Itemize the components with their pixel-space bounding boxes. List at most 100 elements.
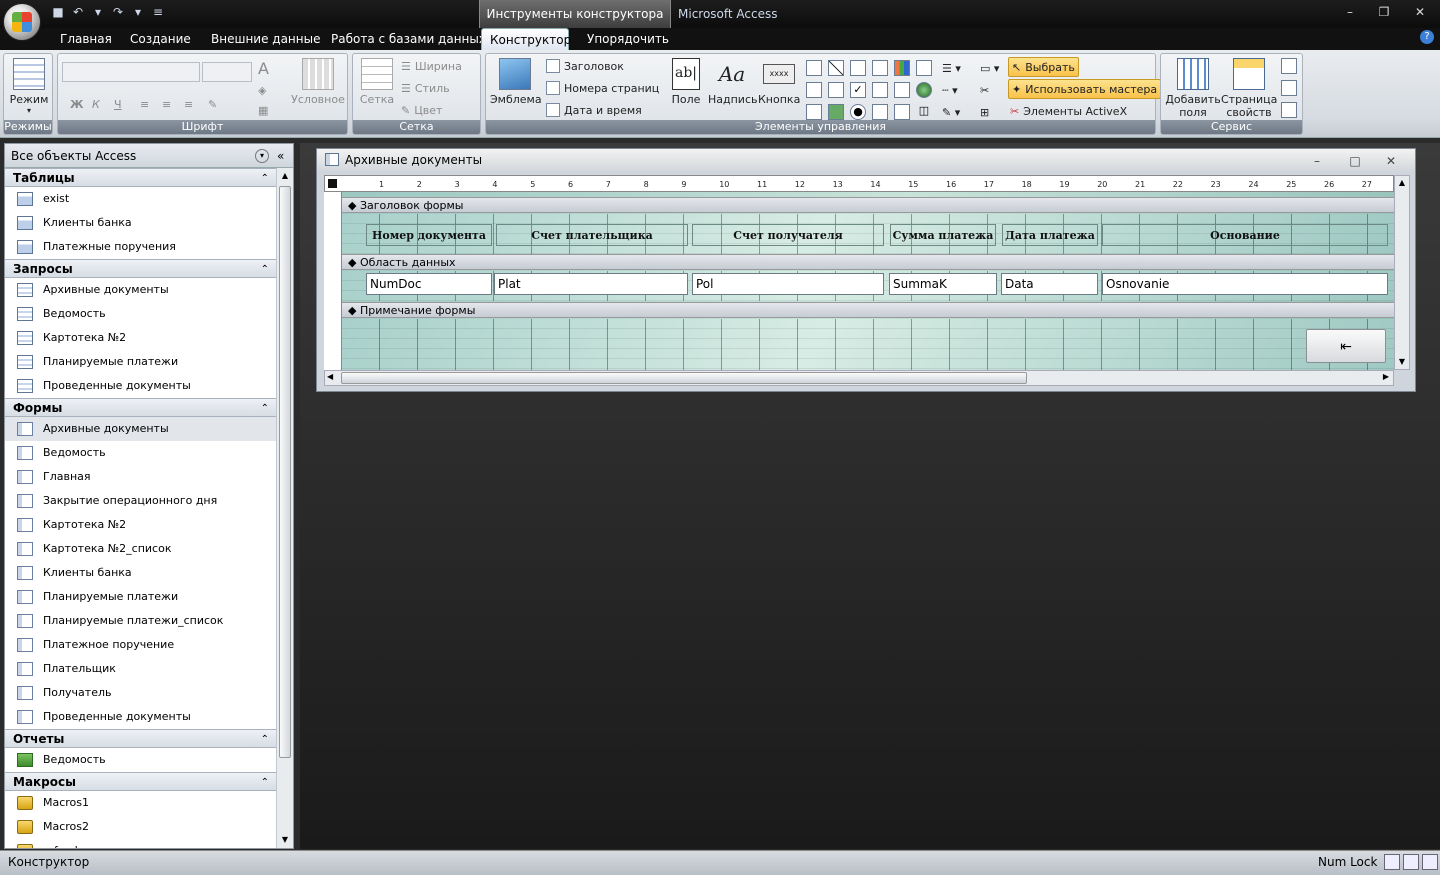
nav-item-query[interactable]: Картотека №2	[5, 326, 277, 350]
exit-form-button[interactable]: ⇤	[1306, 329, 1386, 363]
nav-item-form[interactable]: Картотека №2	[5, 513, 277, 537]
tab-external-data[interactable]: Внешние данные	[203, 28, 328, 50]
tab-design[interactable]: Конструктор	[481, 28, 571, 50]
list-box-icon[interactable]	[806, 82, 822, 98]
nav-scroll-up-icon[interactable]: ▲	[277, 168, 293, 184]
label-basis[interactable]: Основание	[1102, 224, 1388, 246]
property-sheet-button[interactable]: Страница свойств	[1221, 58, 1277, 119]
field-numdoc[interactable]: NumDoc	[366, 273, 492, 295]
fill-color-icon[interactable]: ◈	[258, 80, 266, 100]
form-scroll-right-icon[interactable]: ▶	[1383, 372, 1389, 381]
layout-view-icon[interactable]	[1403, 854, 1419, 870]
nav-item-table[interactable]: Платежные поручения	[5, 235, 277, 259]
image-icon[interactable]	[894, 104, 910, 120]
attachment-icon[interactable]	[894, 82, 910, 98]
band-detail[interactable]: ◆ Область данных	[342, 254, 1394, 270]
italic-button[interactable]: К	[92, 94, 100, 114]
nav-menu-icon[interactable]: ▾	[255, 148, 269, 163]
field-osnovanie[interactable]: Osnovanie	[1102, 273, 1388, 295]
align-right-icon[interactable]: ≡	[184, 94, 193, 114]
design-view-icon[interactable]	[1422, 854, 1438, 870]
label-payment-date[interactable]: Дата платежа	[1002, 224, 1098, 246]
set-control-defaults-icon[interactable]: ✂	[980, 80, 989, 100]
logo-button[interactable]: Эмблема	[490, 58, 542, 106]
grid-style-button[interactable]: ☰ Стиль	[401, 78, 450, 98]
undo-icon[interactable]: ↶	[70, 4, 86, 20]
form-scroll-up-icon[interactable]: ▲	[1395, 176, 1409, 190]
form-close-icon[interactable]: ✕	[1381, 150, 1401, 170]
align-center-icon[interactable]: ≡	[162, 94, 171, 114]
font-size-select[interactable]	[202, 62, 252, 82]
nav-scroll-thumb[interactable]	[279, 186, 291, 758]
align-left-icon[interactable]: ≡	[140, 94, 149, 114]
hyperlink-icon[interactable]	[872, 60, 888, 76]
nav-item-macro[interactable]: Macros2	[5, 815, 277, 839]
toggle-button-icon[interactable]	[872, 104, 888, 120]
underline-button[interactable]: Ч	[114, 94, 122, 114]
checkbox-icon[interactable]: ✓	[850, 82, 866, 98]
band-form-header[interactable]: ◆ Заголовок формы	[342, 197, 1394, 213]
format-painter-icon[interactable]: ✎	[208, 94, 217, 114]
redo-dropdown-icon[interactable]: ▾	[130, 4, 146, 20]
nav-item-form[interactable]: Платежное поручение	[5, 633, 277, 657]
nav-item-form[interactable]: Архивные документы	[5, 417, 277, 441]
label-control-button[interactable]: Aa Надпись	[708, 58, 758, 106]
page-numbers-button[interactable]: Номера страниц	[546, 78, 659, 98]
grid-color-button[interactable]: ✎ Цвет	[401, 100, 442, 120]
nav-item-form[interactable]: Получатель	[5, 681, 277, 705]
nav-section-macro[interactable]: Макросы ⌃	[5, 772, 277, 791]
form-horizontal-scrollbar[interactable]: ◀ ▶	[324, 370, 1394, 386]
nav-item-table[interactable]: exist	[5, 187, 277, 211]
nav-item-macro[interactable]: refresh	[5, 839, 277, 848]
nav-header[interactable]: Все объекты Access ▾ «	[5, 144, 293, 168]
form-selector[interactable]	[328, 179, 337, 188]
collapse-chevron-icon[interactable]: ⌃	[261, 730, 269, 749]
activex-button[interactable]: ✂ Элементы ActiveX	[1010, 101, 1127, 121]
nav-scroll-down-icon[interactable]: ▼	[277, 832, 293, 848]
form-hscroll-thumb[interactable]	[341, 372, 1027, 384]
collapse-chevron-icon[interactable]: ⌃	[261, 399, 269, 418]
code-icon[interactable]	[1281, 58, 1297, 74]
save-icon[interactable]: ■	[50, 4, 66, 20]
redo-icon[interactable]: ↷	[110, 4, 126, 20]
nav-item-form[interactable]: Проведенные документы	[5, 705, 277, 729]
button-control-button[interactable]: xxxx Кнопка	[758, 58, 800, 106]
form-minimize-icon[interactable]: –	[1307, 150, 1327, 170]
help-icon[interactable]: ?	[1420, 30, 1434, 44]
nav-item-report[interactable]: Ведомость	[5, 748, 277, 772]
form-maximize-icon[interactable]: □	[1345, 150, 1365, 170]
collapse-chevron-icon[interactable]: ⌃	[261, 169, 269, 188]
nav-item-form[interactable]: Закрытие операционного дня	[5, 489, 277, 513]
nav-item-form[interactable]: Планируемые платежи_список	[5, 609, 277, 633]
nav-section-query[interactable]: Запросы ⌃	[5, 259, 277, 278]
add-fields-button[interactable]: Добавить поля	[1165, 58, 1221, 119]
tab-control-icon[interactable]	[850, 60, 866, 76]
line-color-icon[interactable]: ✎ ▾	[942, 102, 960, 122]
combo-box-icon[interactable]	[806, 60, 822, 76]
font-color-icon[interactable]: A	[258, 58, 269, 78]
nav-scrollbar[interactable]: ▲ ▼	[276, 168, 293, 848]
tab-database-tools[interactable]: Работа с базами данных	[323, 28, 494, 50]
nav-item-query[interactable]: Ведомость	[5, 302, 277, 326]
nav-item-form[interactable]: Картотека №2_список	[5, 537, 277, 561]
nav-item-query[interactable]: Планируемые платежи	[5, 350, 277, 374]
form-scroll-left-icon[interactable]: ◀	[327, 372, 333, 381]
collapse-chevron-icon[interactable]: ⌃	[261, 260, 269, 279]
form-view-icon[interactable]	[1384, 854, 1400, 870]
nav-item-query[interactable]: Проведенные документы	[5, 374, 277, 398]
label-recipient-account[interactable]: Счет получателя	[692, 224, 884, 246]
unbound-object-icon[interactable]	[872, 82, 888, 98]
nav-item-table[interactable]: Клиенты банка	[5, 211, 277, 235]
conditional-format-button[interactable]: Условное	[290, 58, 346, 106]
collapse-chevron-icon[interactable]: ⌃	[261, 773, 269, 792]
rectangle-icon[interactable]	[828, 82, 844, 98]
line-type-icon[interactable]: ┄ ▾	[942, 80, 958, 100]
restore-icon[interactable]: ❐	[1374, 4, 1394, 20]
customize-qat-icon[interactable]: ≡	[150, 4, 166, 20]
nav-item-macro[interactable]: Macros1	[5, 791, 277, 815]
label-payer-account[interactable]: Счет плательщика	[496, 224, 688, 246]
close-icon[interactable]: ✕	[1410, 4, 1430, 20]
line-icon[interactable]	[828, 60, 844, 76]
field-data[interactable]: Data	[1001, 273, 1098, 295]
field-summak[interactable]: SummaK	[889, 273, 997, 295]
